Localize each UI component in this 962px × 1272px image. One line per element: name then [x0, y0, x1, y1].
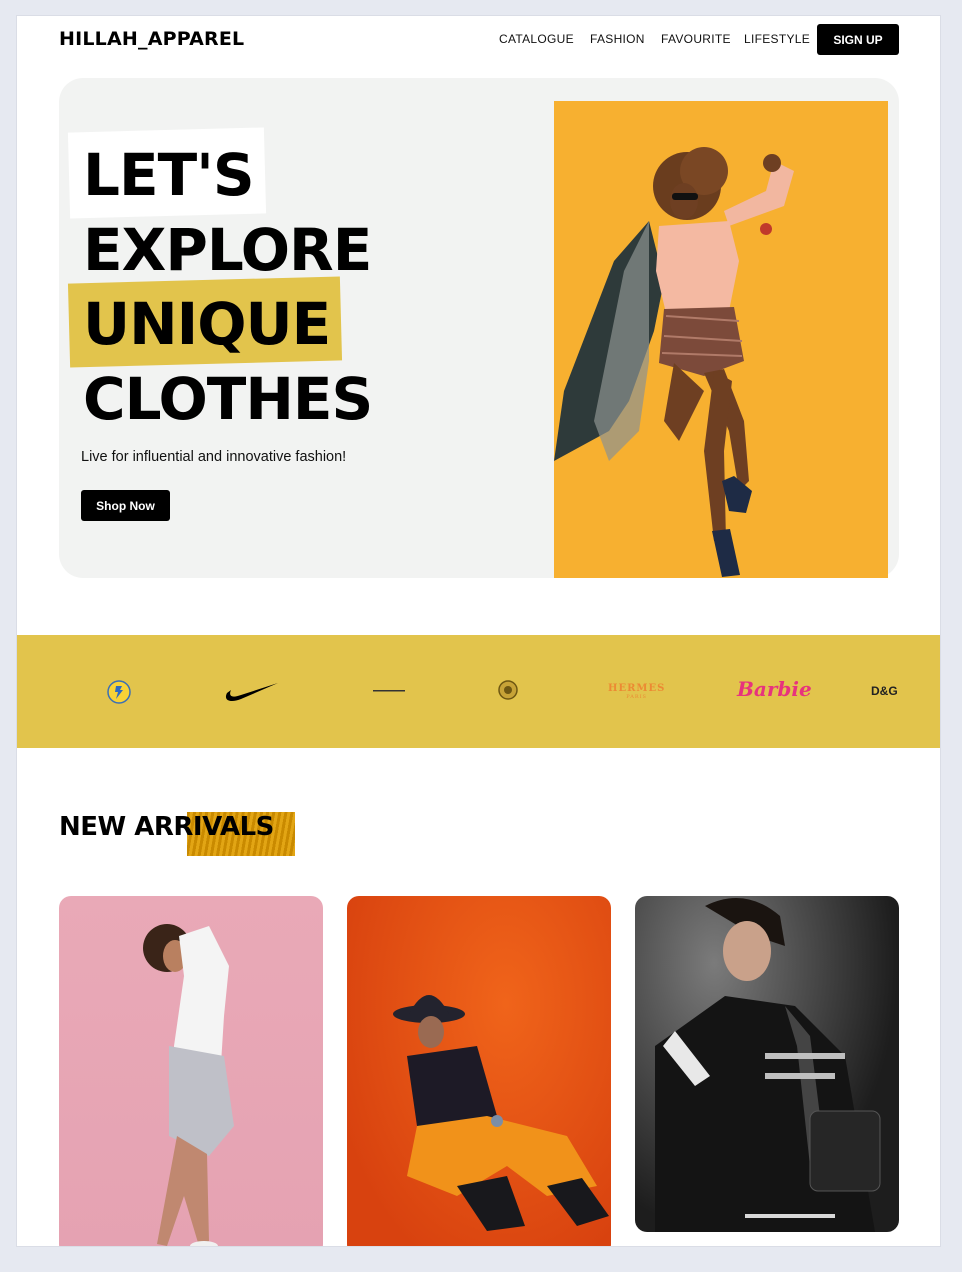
arrival-card-2[interactable] — [347, 896, 611, 1246]
nav-favourite[interactable]: FAVOURITE — [661, 32, 731, 46]
site-logo[interactable]: HILLAH_APPAREL — [59, 28, 244, 50]
page-frame: HILLAH_APPAREL CATALOGUE FASHION FAVOURI… — [16, 15, 941, 1247]
hero-headline-line-1: LET'S — [83, 141, 255, 209]
nav-lifestyle[interactable]: LIFESTYLE — [744, 32, 810, 46]
hermes-logo-subtext: PARIS — [626, 694, 647, 700]
nike-swoosh-icon[interactable] — [223, 681, 279, 703]
flipkart-logo-icon[interactable] — [107, 680, 131, 704]
shop-now-button[interactable]: Shop Now — [81, 490, 170, 521]
tommy-logo-icon[interactable] — [373, 688, 405, 694]
hero-tagline: Live for influential and innovative fash… — [81, 449, 347, 465]
brand-logos-strip: HERMES PARIS Barbie D&G — [17, 635, 940, 748]
hero-headline-line-3: UNIQUE — [83, 290, 331, 358]
signup-button[interactable]: SIGN UP — [817, 24, 899, 55]
hero-headline-line-2: EXPLORE — [83, 216, 372, 284]
dg-logo[interactable]: D&G — [871, 684, 898, 698]
versace-medusa-icon[interactable] — [498, 680, 518, 702]
arrival-photo-2 — [393, 995, 609, 1231]
arrival-card-1[interactable] — [59, 896, 323, 1246]
arrival-card-3[interactable] — [635, 896, 899, 1232]
hero-section: LET'S EXPLORE UNIQUE CLOTHES Live for in… — [59, 78, 899, 578]
barbie-logo[interactable]: Barbie — [737, 677, 812, 701]
arrival-photo-1 — [143, 924, 234, 1246]
hermes-logo[interactable]: HERMES PARIS — [608, 683, 665, 700]
arrival-photo-3 — [655, 898, 881, 1232]
nav-fashion[interactable]: FASHION — [590, 32, 645, 46]
new-arrivals-heading: NEW ARRIVALS — [59, 812, 274, 842]
hero-model-photo — [554, 101, 888, 578]
hermes-logo-text: HERMES — [608, 683, 666, 694]
hero-headline-line-4: CLOTHES — [83, 365, 373, 433]
nav-catalogue[interactable]: CATALOGUE — [499, 32, 574, 46]
